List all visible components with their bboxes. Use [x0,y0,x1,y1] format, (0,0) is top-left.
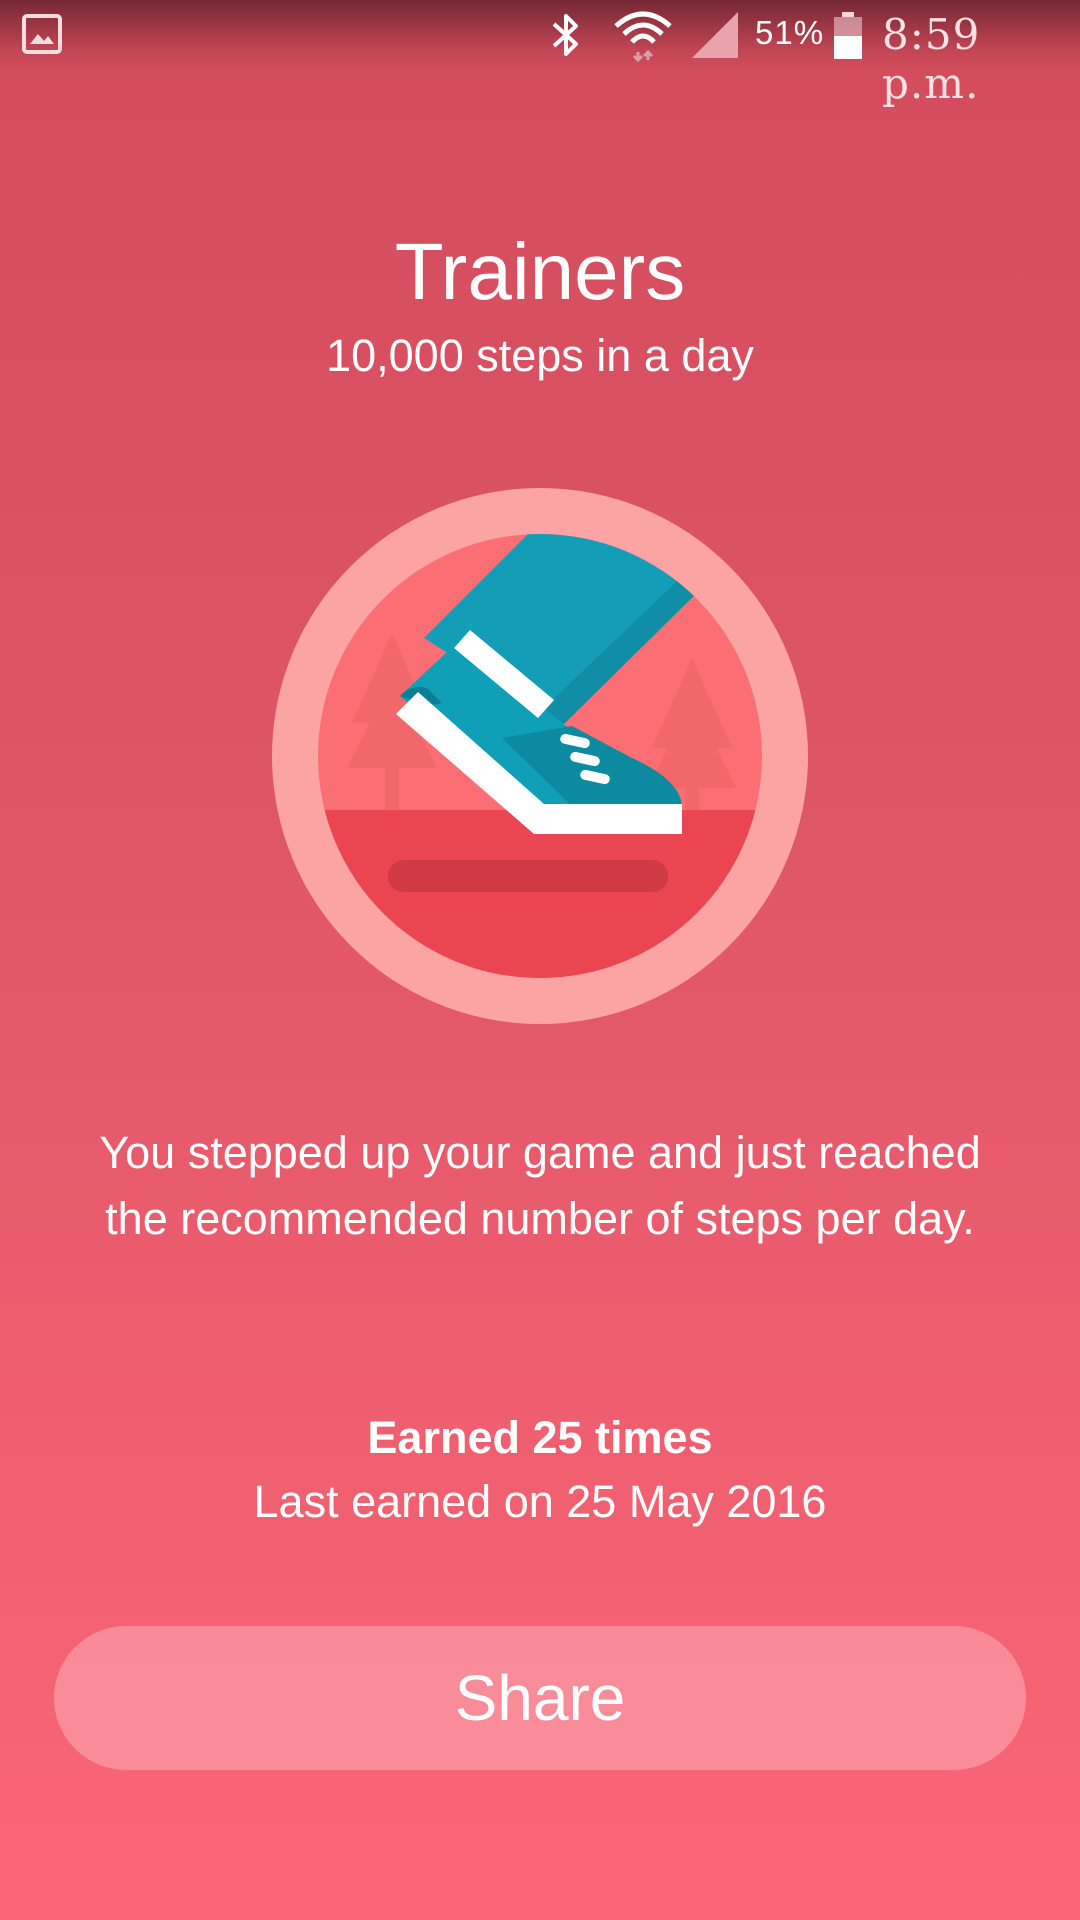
wifi-icon [614,11,672,62]
gallery-icon [22,14,62,54]
earned-count: Earned 25 times [367,1412,713,1463]
clock: 8:59 p.m. [882,10,981,108]
bluetooth-icon [552,14,578,56]
last-earned-date: Last earned on 25 May 2016 [253,1476,827,1527]
sneaker-step-icon [272,488,808,1024]
status-bar: 51% 8:59 p.m. [0,0,1080,108]
share-button[interactable]: Share [54,1626,1026,1770]
battery-percentage: 51% [755,14,825,51]
signal-icon [692,12,738,58]
badge-description: You stepped up your game and just reache… [99,1127,981,1244]
battery-icon [834,12,862,59]
badge-subtitle: 10,000 steps in a day [326,330,754,381]
badge-title: Trainers [394,227,686,316]
